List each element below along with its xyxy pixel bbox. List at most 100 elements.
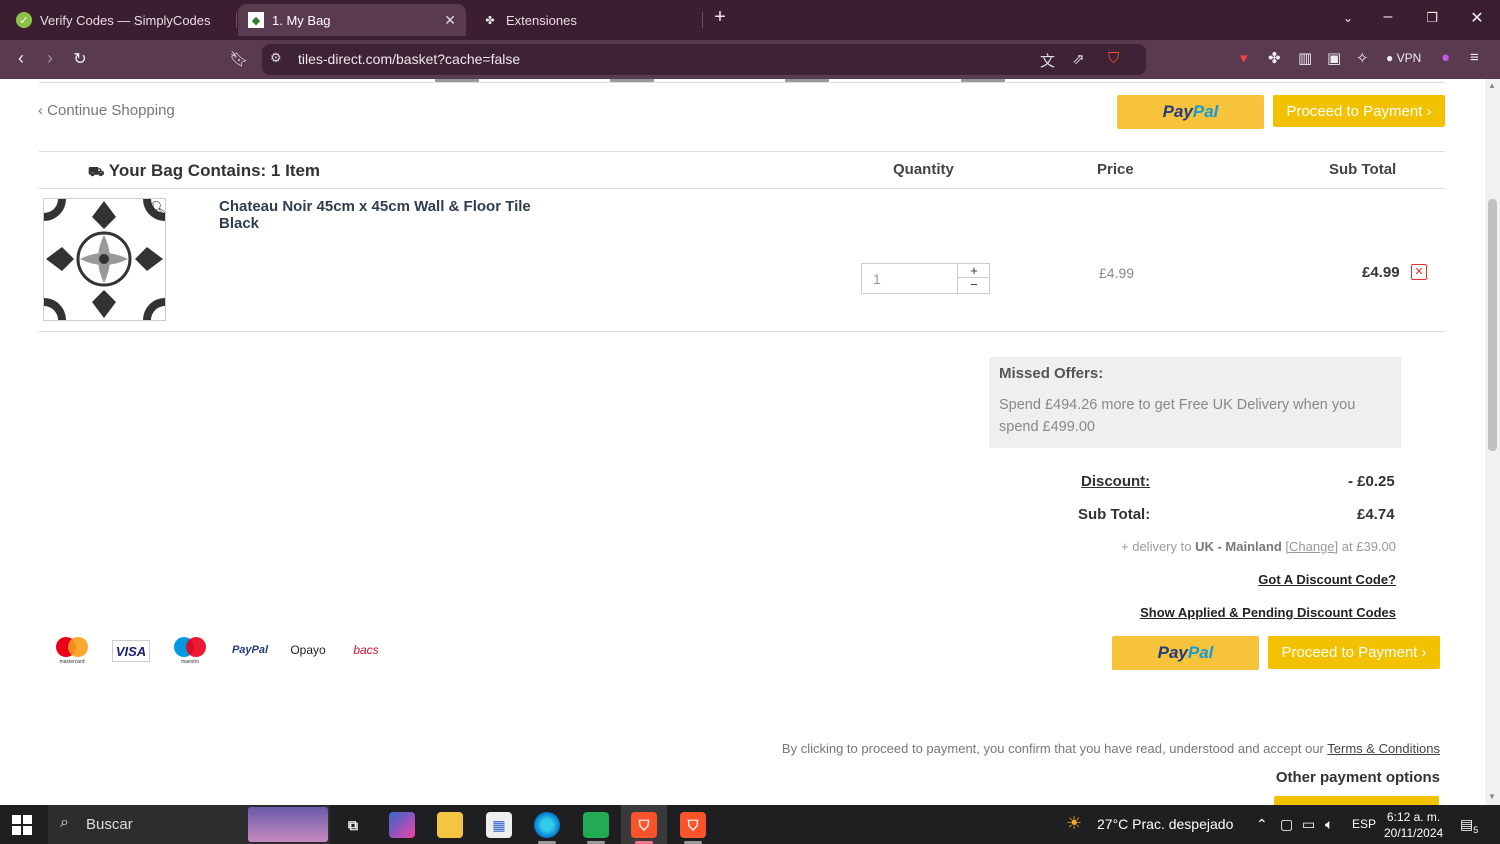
product-thumbnail[interactable] [22, 177, 187, 342]
quantity-stepper[interactable]: 1 + − [861, 263, 990, 294]
quantity-input[interactable]: 1 [873, 271, 881, 287]
simplycodes-icon: ✓ [16, 12, 32, 28]
vpn-button[interactable]: ● VPN [1386, 51, 1421, 65]
taskbar-search[interactable]: ⌕ Buscar [48, 805, 330, 844]
subtotal-label: Sub Total: [1078, 506, 1151, 523]
forward-button[interactable]: › [39, 48, 61, 69]
site-settings-icon[interactable]: ⚙ [270, 50, 282, 66]
notifications-icon[interactable]: ▤5 [1460, 816, 1478, 835]
paypal-button-bottom[interactable]: Pay Pal [1112, 636, 1259, 670]
mastercard-icon: mastercard [52, 635, 92, 665]
network-icon[interactable]: ▭ [1302, 816, 1315, 833]
sidebar-icon[interactable]: ▥ [1298, 49, 1312, 67]
bacs-icon: bacs [353, 643, 379, 657]
edge-icon[interactable] [534, 812, 560, 838]
extension-icon[interactable]: ▾ [1240, 49, 1248, 67]
store-icon[interactable]: ▦ [486, 812, 512, 838]
scrollbar-thumb[interactable] [1488, 199, 1497, 451]
scroll-down-arrow-icon[interactable]: ▼ [1488, 792, 1496, 801]
minimize-button[interactable]: – [1376, 8, 1400, 26]
url-text: tiles-direct.com/basket?cache=false [298, 51, 521, 67]
terms-link[interactable]: Terms & Conditions [1327, 741, 1440, 756]
file-explorer-icon[interactable] [437, 812, 463, 838]
language-indicator[interactable]: ESP [1352, 817, 1376, 831]
tiles-direct-icon: ◆ [248, 12, 264, 28]
tray-chevron-icon[interactable]: ⌃ [1256, 816, 1268, 833]
terms-notice: By clicking to proceed to payment, you c… [781, 741, 1440, 756]
search-highlight-image [248, 807, 328, 842]
missed-offers-text: Spend £494.26 more to get Free UK Delive… [999, 397, 1356, 435]
tab-list-chevron-icon[interactable]: ⌄ [1336, 11, 1360, 25]
close-window-button[interactable]: ✕ [1465, 8, 1489, 28]
visa-icon: VISA [112, 640, 150, 662]
missed-offers-box: Missed Offers: Spend £494.26 more to get… [989, 357, 1401, 448]
discount-code-link[interactable]: Got A Discount Code? [1258, 572, 1396, 587]
translate-icon[interactable]: 文 [1040, 50, 1055, 71]
profile-icon[interactable]: ● [1441, 49, 1450, 66]
weather-icon[interactable]: ☀ [1066, 813, 1082, 834]
bag-title: ⛟ Your Bag Contains: 1 Item [88, 161, 321, 180]
remove-item-icon[interactable]: ✕ [1411, 264, 1427, 280]
bookmark-icon[interactable]: 🔖︎ [228, 50, 250, 68]
discount-label[interactable]: Discount: [1081, 473, 1150, 490]
tab-my-bag[interactable]: ◆ 1. My Bag ✕ [238, 4, 466, 36]
tab-simplycodes[interactable]: ✓ Verify Codes — SimplyCodes [6, 4, 234, 36]
brave-icon-2[interactable]: ⛉ [680, 812, 706, 838]
tab-title: Verify Codes — SimplyCodes [40, 12, 211, 28]
close-tab-icon[interactable]: ✕ [444, 12, 456, 29]
search-icon: ⌕ [60, 814, 69, 831]
zoom-icon[interactable]: 🔍︎ [150, 200, 167, 216]
discount-value: - £0.25 [1348, 473, 1395, 490]
share-icon[interactable]: ⇗ [1072, 50, 1085, 68]
copilot-icon[interactable] [389, 812, 415, 838]
brave-shield-icon[interactable]: ⛉ [1108, 50, 1119, 67]
product-name-link[interactable]: Chateau Noir 45cm x 45cm Wall & Floor Ti… [219, 198, 549, 232]
weather-text[interactable]: 27°C Prac. despejado [1097, 816, 1233, 832]
address-bar[interactable]: ⚙ tiles-direct.com/basket?cache=false 文 … [262, 44, 1146, 75]
quantity-increase-button[interactable]: + [958, 264, 990, 278]
other-payment-button[interactable] [1274, 796, 1439, 805]
puzzle-icon: ✤ [485, 14, 495, 27]
proceed-to-payment-bottom[interactable]: Proceed to Payment › [1268, 636, 1440, 669]
quantity-decrease-button[interactable]: − [958, 278, 990, 292]
clock[interactable]: 6:12 a. m. 20/11/2024 [1384, 809, 1443, 841]
leo-ai-icon[interactable]: ✧ [1356, 49, 1369, 67]
tab-extensions[interactable]: ✤ Extensiones [472, 4, 700, 36]
new-tab-button[interactable]: + [708, 6, 732, 29]
menu-icon[interactable]: ≡ [1470, 49, 1479, 66]
tray-app-icon[interactable]: ▢ [1280, 816, 1293, 833]
column-subtotal: Sub Total [1329, 161, 1397, 178]
opayo-icon: Opayo [290, 643, 326, 657]
tab-title: Extensiones [506, 12, 577, 28]
tab-title: 1. My Bag [272, 12, 331, 28]
brave-icon[interactable]: ⛉ [631, 812, 657, 838]
page-scrollbar[interactable]: ▲ ▼ [1485, 79, 1500, 805]
other-payment-options-heading: Other payment options [1275, 769, 1440, 786]
start-button[interactable] [12, 815, 32, 835]
item-subtotal: £4.99 [1362, 264, 1400, 281]
wallet-icon[interactable]: ▣ [1327, 49, 1341, 67]
app-icon[interactable] [583, 812, 609, 838]
browser-tab-strip: ✓ Verify Codes — SimplyCodes ◆ 1. My Bag… [0, 0, 1500, 40]
svg-text:mastercard: mastercard [59, 659, 84, 665]
scroll-up-arrow-icon[interactable]: ▲ [1488, 81, 1496, 90]
column-quantity: Quantity [893, 161, 954, 178]
page-content: ‹ Continue Shopping Pay Pal Proceed to Pa… [0, 79, 1485, 805]
reload-button[interactable]: ↻ [69, 49, 91, 69]
subtotal-value: £4.74 [1357, 506, 1395, 523]
restore-button[interactable]: ❐ [1420, 10, 1444, 26]
change-delivery-link[interactable]: [Change] [1285, 539, 1338, 554]
back-button[interactable]: ‹ [10, 48, 32, 69]
missed-offers-title: Missed Offers: [999, 365, 1104, 382]
volume-icon[interactable]: 🔈︎ [1325, 816, 1333, 833]
extensions-puzzle-icon[interactable]: ✤ [1268, 49, 1281, 67]
item-price: £4.99 [1099, 265, 1135, 281]
task-view-icon[interactable]: ⧉ [340, 812, 366, 838]
paypal-button-top[interactable]: Pay Pal [1117, 95, 1264, 129]
continue-shopping-link[interactable]: ‹ Continue Shopping [38, 102, 175, 119]
browser-toolbar: ‹ › ↻ 🔖︎ ⚙ tiles-direct.com/basket?cache… [0, 40, 1500, 79]
proceed-to-payment-top[interactable]: Proceed to Payment › [1273, 95, 1445, 127]
delivery-info: + delivery to UK - Mainland [Change] at … [1121, 539, 1396, 554]
applied-codes-link[interactable]: Show Applied & Pending Discount Codes [1140, 605, 1396, 620]
paypal-logo-icon: PayPal [231, 644, 269, 656]
